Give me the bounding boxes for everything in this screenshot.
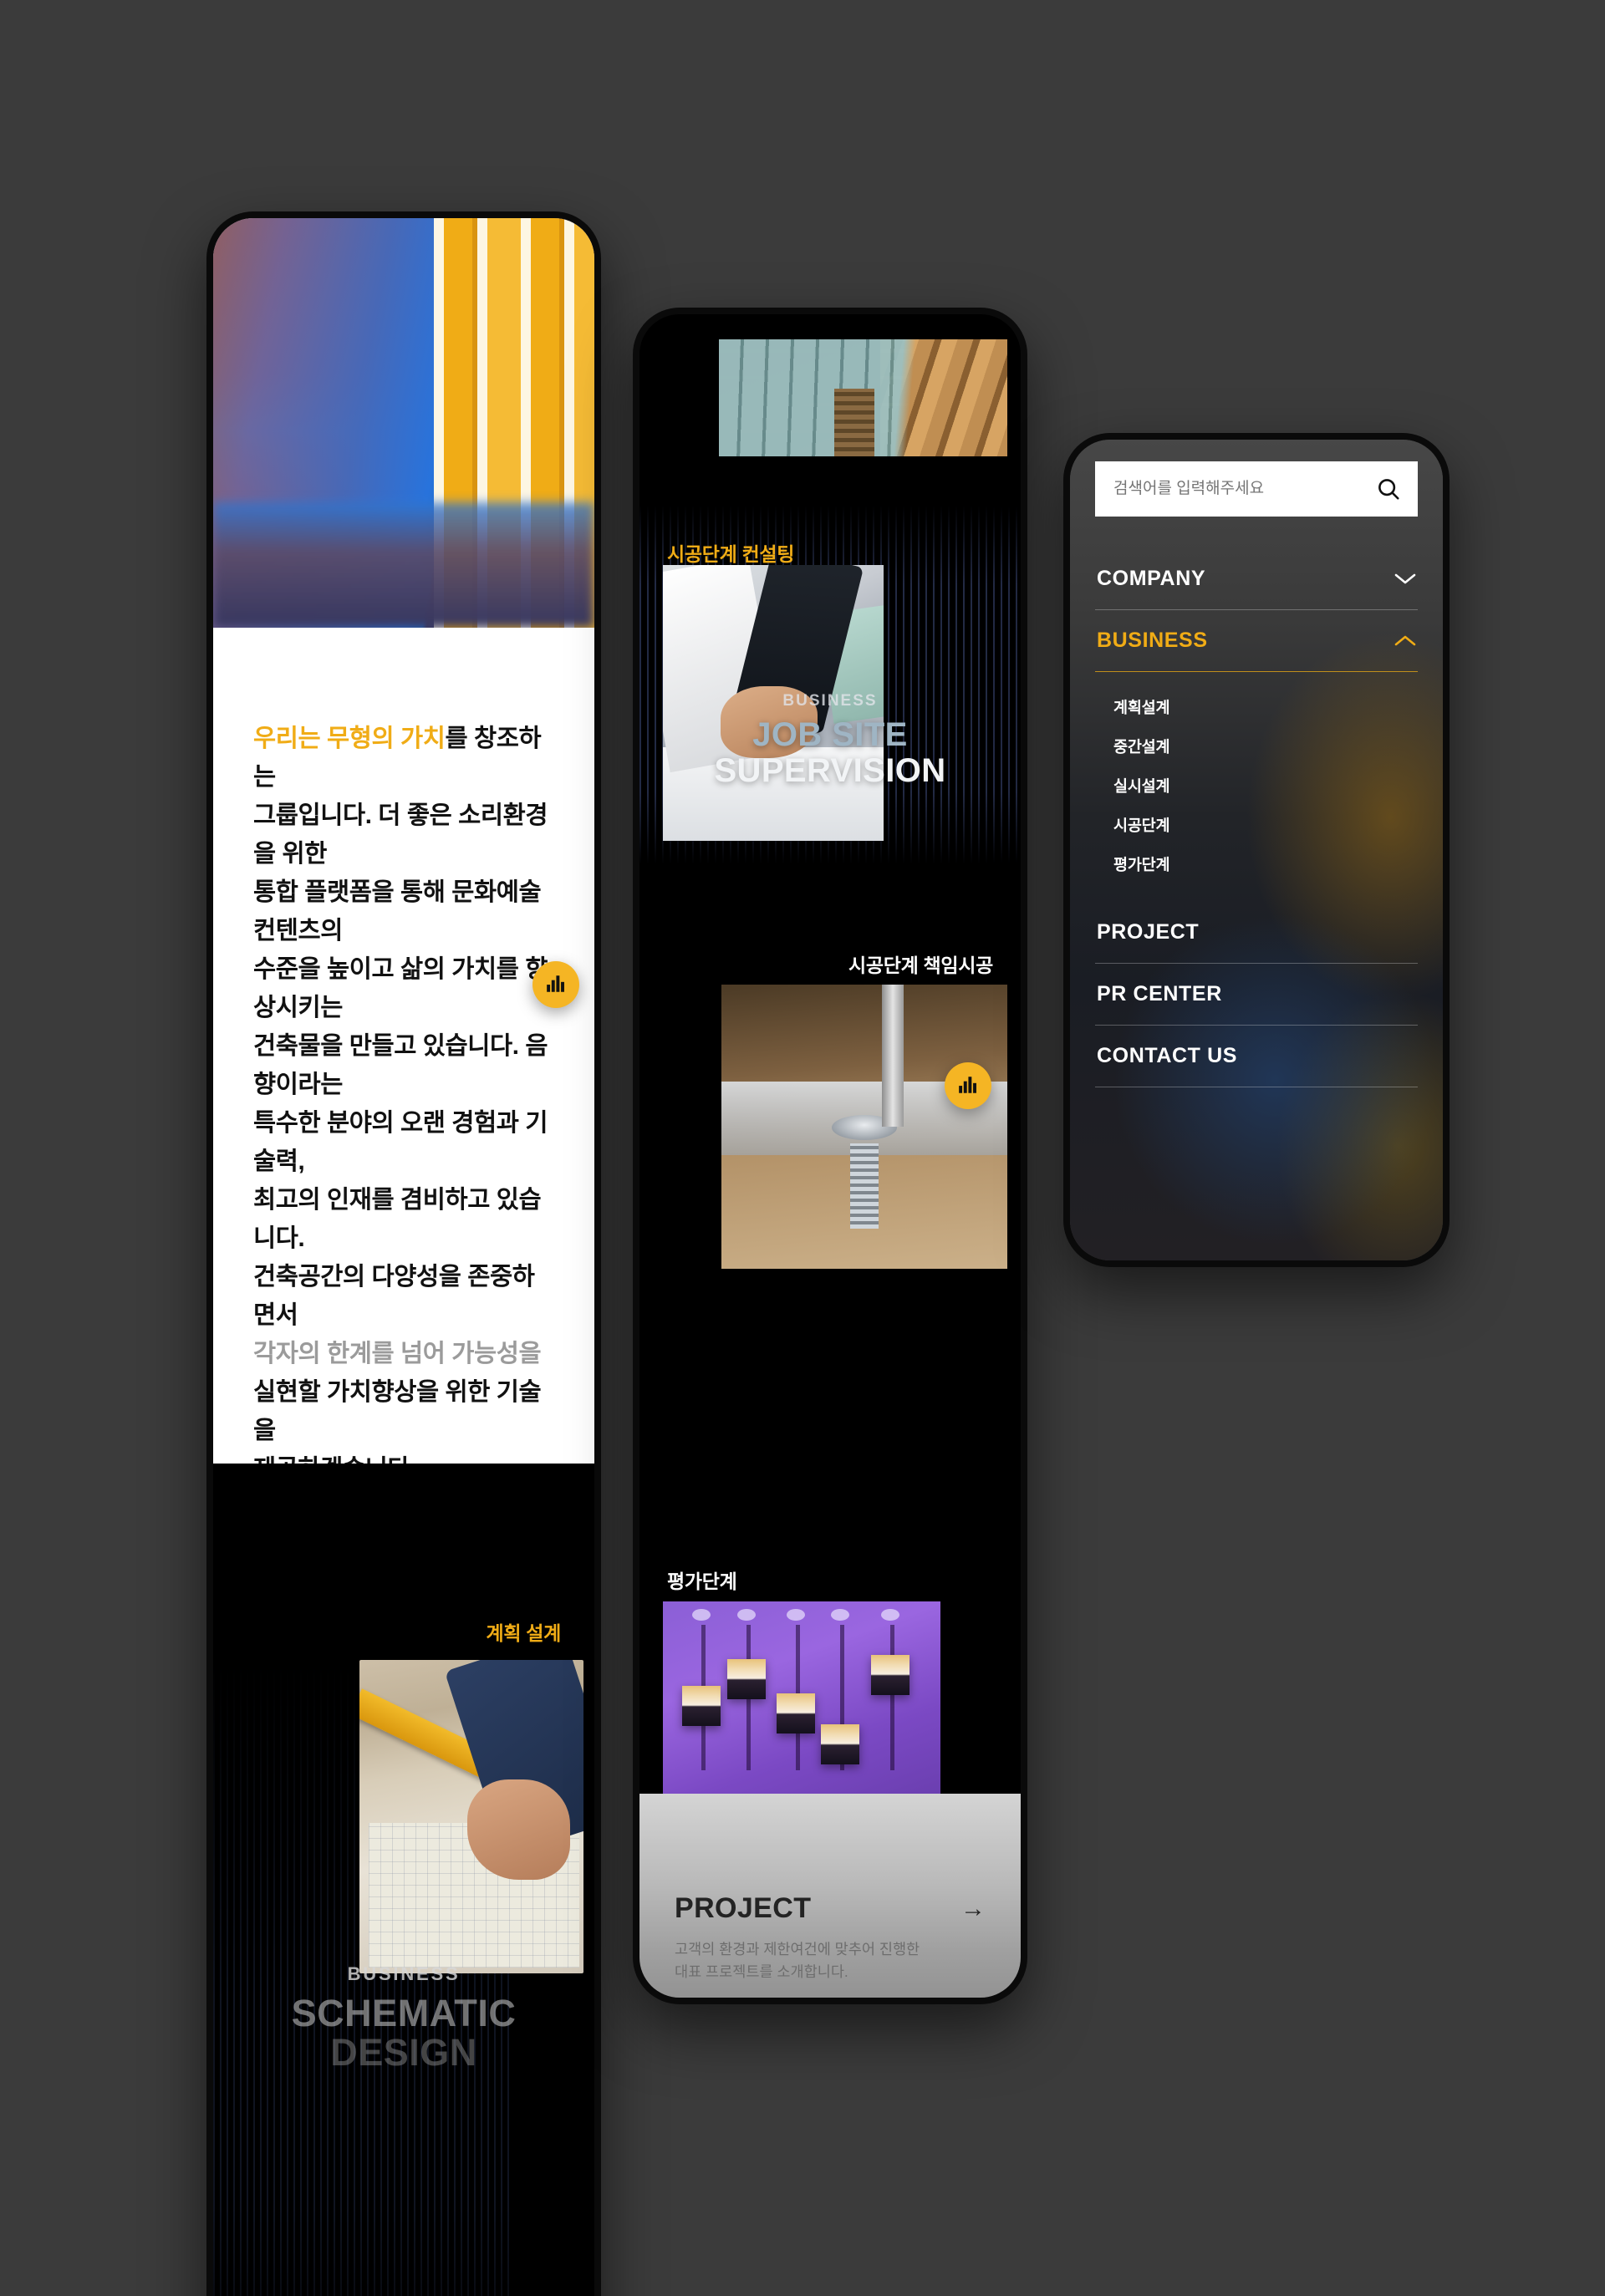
driver-bit-layer xyxy=(881,985,904,1127)
job-site-supervision-photo xyxy=(663,565,884,841)
sidebar-item-company[interactable]: COMPANY xyxy=(1095,548,1418,609)
fader-knob xyxy=(692,1609,711,1621)
bar-chart-icon xyxy=(545,973,567,997)
sidebar-item-business[interactable]: BUSINESS xyxy=(1095,610,1418,671)
submenu-item-detailed-design[interactable]: 실시설계 xyxy=(1113,766,1418,805)
submenu-item-intermediate-design[interactable]: 중간설계 xyxy=(1113,726,1418,766)
chevron-up-icon[interactable] xyxy=(1394,634,1416,647)
schematic-design-section: 계획 설계 BUSINESS SCHEMATIC DESIGN xyxy=(213,1464,594,2296)
project-description-line-2: 대표 프로젝트를 소개합니다. xyxy=(675,1963,848,1981)
project-title: PROJECT xyxy=(675,1892,812,1924)
project-description: 고객의 환경과 제한여건에 맞추어 진행한 대표 프로젝트를 소개합니다. xyxy=(675,1938,986,1983)
phone-3-screen: COMPANY BUSINESS xyxy=(1070,440,1443,1260)
submenu-item-evaluation-phase[interactable]: 평가단계 xyxy=(1113,844,1418,883)
intro-line-5: 건축물을 만들고 있습니다. 음향이라는 xyxy=(253,1032,548,1099)
intro-line-3: 통합 플랫폼을 통해 문화예술컨텐츠의 xyxy=(253,878,542,945)
search-input[interactable] xyxy=(1113,480,1376,498)
project-cta-section[interactable]: PROJECT → 고객의 환경과 제한여건에 맞추어 진행한 대표 프로젝트를… xyxy=(639,1794,1021,1998)
section-label-responsible-construction: 시공단계 책임시공 xyxy=(848,955,993,976)
intro-line-9: 각자의 한계를 넘어 가능성을 xyxy=(253,1340,542,1368)
menu-label-company: COMPANY xyxy=(1097,567,1206,590)
phone-mockup-1: 우리는 무형의 가치를 창조하는 그룹입니다. 더 좋은 소리환경을 위한 통합… xyxy=(206,211,601,2296)
fader-knob xyxy=(881,1609,900,1621)
intro-text-card: 우리는 무형의 가치를 창조하는 그룹입니다. 더 좋은 소리환경을 위한 통합… xyxy=(213,628,594,1483)
hero-floor-reflection xyxy=(213,502,594,628)
phone-2-screen: 시공단계 컨설팅 BUSINESS JOB SITE SUPERVISION 시… xyxy=(639,314,1021,1998)
menu-label-pr-center: PR CENTER xyxy=(1097,982,1222,1005)
hero-gradient-image xyxy=(213,218,594,628)
audio-chart-fab[interactable] xyxy=(945,1062,991,1109)
menu-label-business: BUSINESS xyxy=(1097,629,1208,652)
fader-knob xyxy=(831,1609,850,1621)
hand-layer xyxy=(466,1779,570,1880)
search-icon[interactable] xyxy=(1376,476,1401,501)
project-description-line-1: 고객의 환경과 제한여건에 맞추어 진행한 xyxy=(675,1941,920,1957)
business-submenu: 계획설계 중간설계 실시설계 시공단계 평가단계 xyxy=(1095,672,1418,902)
fader-cap xyxy=(777,1693,816,1734)
audio-chart-fab[interactable] xyxy=(532,961,579,1008)
hand-layer xyxy=(720,686,818,758)
fader-knob xyxy=(736,1609,756,1621)
intro-line-8: 건축공간의 다양성을 존중하면서 xyxy=(253,1263,535,1330)
arrow-right-icon[interactable]: → xyxy=(960,1896,986,1922)
project-cta-row: PROJECT → xyxy=(675,1892,986,1925)
phone-mockup-2: 시공단계 컨설팅 BUSINESS JOB SITE SUPERVISION 시… xyxy=(633,308,1027,2004)
fader-knob xyxy=(787,1609,806,1621)
mixing-console-photo xyxy=(663,1601,940,1794)
submenu-item-planning-design[interactable]: 계획설계 xyxy=(1113,687,1418,726)
search-bar[interactable] xyxy=(1095,461,1418,517)
screw-driver-photo xyxy=(721,985,1007,1269)
phone-1-screen: 우리는 무형의 가치를 창조하는 그룹입니다. 더 좋은 소리환경을 위한 통합… xyxy=(213,218,594,2296)
intro-line-7: 최고의 인재를 겸비하고 있습니다. xyxy=(253,1186,542,1253)
chevron-down-icon[interactable] xyxy=(1394,573,1416,585)
fader-cap xyxy=(871,1655,910,1696)
auditorium-photo xyxy=(719,339,1007,456)
sidebar-item-pr-center[interactable]: PR CENTER xyxy=(1095,964,1418,1025)
section-label-schematic: 계획 설계 xyxy=(486,1622,561,1644)
section-label-consulting: 시공단계 컨설팅 xyxy=(667,543,795,565)
fader-cap xyxy=(821,1724,860,1765)
submenu-item-construction-phase[interactable]: 시공단계 xyxy=(1113,805,1418,844)
intro-line-4: 수준을 높이고 삶의 가치를 향상시키는 xyxy=(253,955,548,1022)
screw-thread-layer xyxy=(850,1143,879,1229)
screenshot-stage: 우리는 무형의 가치를 창조하는 그룹입니다. 더 좋은 소리환경을 위한 통합… xyxy=(0,0,1605,2296)
menu-label-contact-us: CONTACT US xyxy=(1097,1044,1238,1067)
menu-label-project: PROJECT xyxy=(1097,920,1200,944)
sidebar-item-project[interactable]: PROJECT xyxy=(1095,902,1418,963)
intro-paragraph: 우리는 무형의 가치를 창조하는 그룹입니다. 더 좋은 소리환경을 위한 통합… xyxy=(253,720,554,1489)
fader-group xyxy=(663,1601,940,1794)
stairs-layer xyxy=(834,388,874,456)
fader-cap xyxy=(726,1659,766,1699)
phone-mockup-3: COMPANY BUSINESS xyxy=(1063,433,1450,1267)
section-label-evaluation: 평가단계 xyxy=(667,1571,737,1592)
intro-line-6: 특수한 분야의 오랜 경험과 기술력, xyxy=(253,1109,548,1176)
navigation-drawer: COMPANY BUSINESS xyxy=(1070,440,1443,1260)
fader-cap xyxy=(682,1686,721,1727)
sidebar-item-contact-us[interactable]: CONTACT US xyxy=(1095,1026,1418,1087)
intro-line-10: 실현할 가치향상을 위한 기술을 xyxy=(253,1378,542,1445)
intro-highlight: 우리는 무형의 가치 xyxy=(253,725,446,752)
menu-list: COMPANY BUSINESS 계획설계 중간설계 실시설계 시공단계 평가단… xyxy=(1095,548,1418,1087)
fader-track xyxy=(890,1624,895,1771)
bar-chart-icon xyxy=(957,1074,979,1098)
intro-line-2: 그룹입니다. 더 좋은 소리환경을 위한 xyxy=(253,802,548,868)
schematic-design-photo xyxy=(359,1660,583,1973)
